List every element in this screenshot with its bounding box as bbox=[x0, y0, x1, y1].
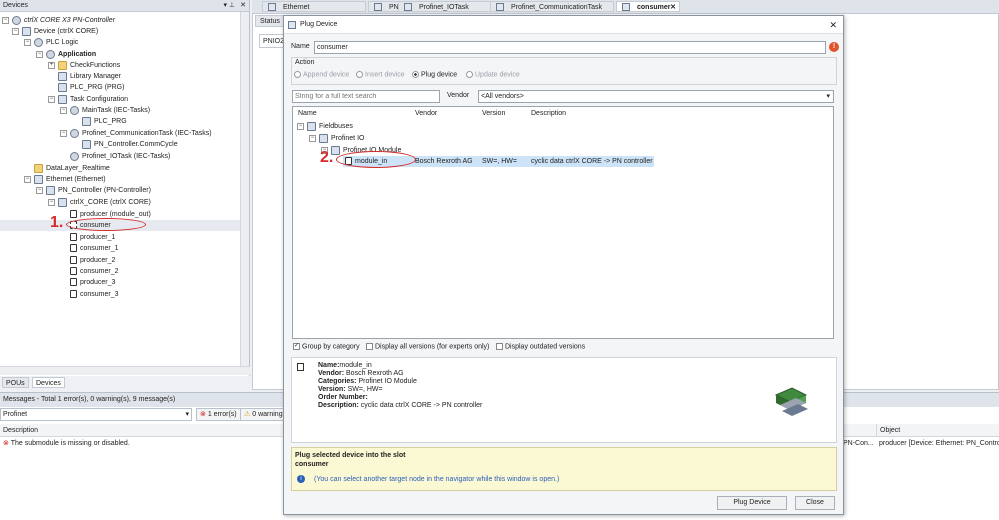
row-description: cyclic data ctrlX CORE -> PN controller bbox=[531, 158, 653, 165]
tree-library-manager[interactable]: Library Manager bbox=[58, 71, 121, 82]
tree-producer-2[interactable]: producer_2 bbox=[70, 255, 115, 266]
vendor-label: Vendor bbox=[447, 92, 470, 99]
device-list: Name Vendor Version Description − Fieldbu… bbox=[292, 106, 834, 339]
annotation-ellipse-1 bbox=[66, 218, 146, 231]
hint-slot: consumer bbox=[295, 461, 329, 468]
tree-root[interactable]: − ctrlX CORE X3 PN-Controller bbox=[2, 15, 115, 26]
dialog-titlebar: Plug Device ✕ bbox=[284, 16, 843, 34]
tree-ethernet[interactable]: − Ethernet (Ethernet) bbox=[24, 174, 106, 185]
info-lines: Name:module_in Vendor: Bosch Rexroth AG … bbox=[318, 362, 483, 409]
device-image bbox=[754, 361, 826, 435]
tab-profinet-commtask[interactable]: Profinet_CommunicationTask bbox=[490, 1, 614, 12]
row-version: SW=, HW= bbox=[482, 158, 518, 165]
radio-plug-device[interactable]: Plug device bbox=[412, 71, 457, 78]
device-tree: − ctrlX CORE X3 PN-Controller − Device (ct… bbox=[0, 12, 240, 367]
pin-icon[interactable]: ▾ ⊥ bbox=[223, 0, 235, 12]
message-description: The submodule is missing or disabled. bbox=[10, 440, 130, 447]
hint-box: Plug selected device into the slot consu… bbox=[291, 447, 837, 491]
dialog-title: Plug Device bbox=[300, 21, 338, 28]
tab-profinet-iotask[interactable]: Profinet_IOTask bbox=[398, 1, 502, 12]
horizontal-scrollbar[interactable] bbox=[0, 366, 250, 375]
name-input[interactable]: consumer bbox=[314, 41, 826, 54]
error-icon: ⊗ bbox=[200, 411, 206, 418]
tab-devices[interactable]: Devices bbox=[32, 377, 65, 388]
info-icon: i bbox=[297, 475, 305, 483]
close-button[interactable]: Close bbox=[795, 496, 835, 510]
tree-fieldbuses[interactable]: − Fieldbuses bbox=[297, 121, 353, 132]
name-label: Name bbox=[291, 43, 310, 50]
tree-producer-3[interactable]: producer_3 bbox=[70, 277, 115, 288]
tree-profinet-io[interactable]: − Profinet IO bbox=[309, 133, 364, 144]
radio-insert-device[interactable]: Insert device bbox=[356, 71, 405, 78]
chevron-down-icon: ▾ bbox=[185, 411, 189, 418]
editor-tabbar: Ethernet PN_Controller Profinet_IOTask P… bbox=[252, 0, 999, 13]
hint-title: Plug selected device into the slot bbox=[295, 452, 406, 459]
error-icon: ⊗ bbox=[3, 440, 9, 447]
tree-profinet-iotask[interactable]: Profinet_IOTask (IEC-Tasks) bbox=[70, 151, 170, 162]
tree-producer-1[interactable]: producer_1 bbox=[70, 232, 115, 243]
col-vendor[interactable]: Vendor bbox=[415, 110, 437, 117]
device-info-panel: Name:module_in Vendor: Bosch Rexroth AG … bbox=[291, 357, 837, 443]
tree-pn-controller[interactable]: − PN_Controller (PN-Controller) bbox=[36, 185, 151, 196]
full-text-search-input[interactable] bbox=[292, 90, 440, 103]
dialog-app-icon bbox=[288, 21, 296, 29]
annotation-ellipse-2 bbox=[336, 151, 416, 168]
tree-plc-prg[interactable]: PLC_PRG (PRG) bbox=[58, 82, 124, 93]
annotation-step-2: 2. bbox=[320, 149, 334, 166]
tree-pn-commcycle[interactable]: PN_Controller.CommCycle bbox=[82, 139, 178, 150]
col-name[interactable]: Name bbox=[298, 110, 317, 117]
tree-datalayer-realtime[interactable]: DataLayer_Realtime bbox=[34, 163, 110, 174]
message-object: producer [Device: Ethernet: PN_Controlle bbox=[879, 440, 999, 447]
annotation-step-1: 1. bbox=[50, 214, 64, 231]
tab-pous[interactable]: POUs bbox=[2, 377, 29, 388]
editor-status-tab[interactable]: Status bbox=[255, 15, 285, 27]
tree-consumer-2[interactable]: consumer_2 bbox=[70, 266, 119, 277]
tree-profinet-commtask[interactable]: − Profinet_CommunicationTask (IEC-Tasks) bbox=[60, 128, 212, 139]
col-version[interactable]: Version bbox=[482, 110, 505, 117]
tree-ctrlx-core[interactable]: − ctrlX_CORE (ctrlX CORE) bbox=[48, 197, 151, 208]
dialog-close-icon[interactable]: ✕ bbox=[829, 16, 837, 34]
hint-note: (You can select another target node in t… bbox=[314, 476, 560, 483]
devices-panel: Devices ▾ ⊥ ✕ − ctrlX CORE X3 PN-Controll… bbox=[0, 0, 250, 390]
warnings-filter-button[interactable]: ⚠ 0 warning bbox=[240, 408, 287, 421]
tab-ethernet[interactable]: Ethernet bbox=[262, 1, 366, 12]
radio-append-device[interactable]: Append device bbox=[294, 71, 349, 78]
tree-checkfunctions[interactable]: + CheckFunctions bbox=[48, 60, 120, 71]
tree-application[interactable]: − Application bbox=[36, 49, 96, 60]
tab-consumer[interactable]: consumer ✕ bbox=[616, 1, 680, 12]
name-error-icon: ! bbox=[829, 42, 839, 52]
option-display-outdated-versions[interactable]: Display outdated versions bbox=[496, 343, 585, 350]
tab-close-icon[interactable]: ✕ bbox=[670, 2, 676, 13]
action-group: Action Append device Insert device Plug … bbox=[291, 57, 837, 85]
radio-update-device[interactable]: Update device bbox=[466, 71, 520, 78]
tree-consumer-1[interactable]: consumer_1 bbox=[70, 243, 119, 254]
plug-device-dialog: Plug Device ✕ Name consumer ! Action App… bbox=[283, 15, 844, 515]
vendor-select[interactable]: <All vendors> ▾ bbox=[478, 90, 834, 103]
panel-bottom-tabs: POUs Devices bbox=[0, 376, 250, 390]
plug-device-button[interactable]: Plug Device bbox=[717, 496, 787, 510]
tree-plc-logic[interactable]: − PLC Logic bbox=[24, 37, 78, 48]
col-description[interactable]: Description bbox=[531, 110, 566, 117]
row-vendor: Bosch Rexroth AG bbox=[415, 158, 473, 165]
device-info-icon bbox=[297, 363, 304, 371]
tree-maintask-plc-prg[interactable]: PLC_PRG bbox=[82, 116, 127, 127]
warning-icon: ⚠ bbox=[244, 411, 251, 418]
devices-panel-header: Devices ▾ ⊥ ✕ bbox=[0, 0, 249, 12]
chevron-down-icon: ▾ bbox=[826, 93, 830, 100]
devices-panel-title: Devices bbox=[3, 2, 28, 9]
tree-device[interactable]: − Device (ctrlX CORE) bbox=[12, 26, 98, 37]
messages-col-object[interactable]: Object bbox=[876, 424, 900, 437]
tree-consumer-3[interactable]: consumer_3 bbox=[70, 289, 119, 300]
option-display-all-versions[interactable]: Display all versions (for experts only) bbox=[366, 343, 489, 350]
tree-task-configuration[interactable]: − Task Configuration bbox=[48, 94, 128, 105]
close-icon[interactable]: ✕ bbox=[240, 0, 246, 12]
errors-filter-button[interactable]: ⊗ 1 error(s) bbox=[196, 408, 241, 421]
action-group-title: Action bbox=[295, 59, 315, 66]
vertical-scrollbar[interactable] bbox=[240, 12, 249, 368]
option-group-by-category[interactable]: ✓ Group by category bbox=[293, 343, 360, 350]
messages-filter-select[interactable]: Profinet ▾ bbox=[0, 408, 192, 421]
tree-maintask[interactable]: − MainTask (IEC-Tasks) bbox=[60, 105, 150, 116]
message-project: PN-Con... bbox=[843, 440, 874, 447]
